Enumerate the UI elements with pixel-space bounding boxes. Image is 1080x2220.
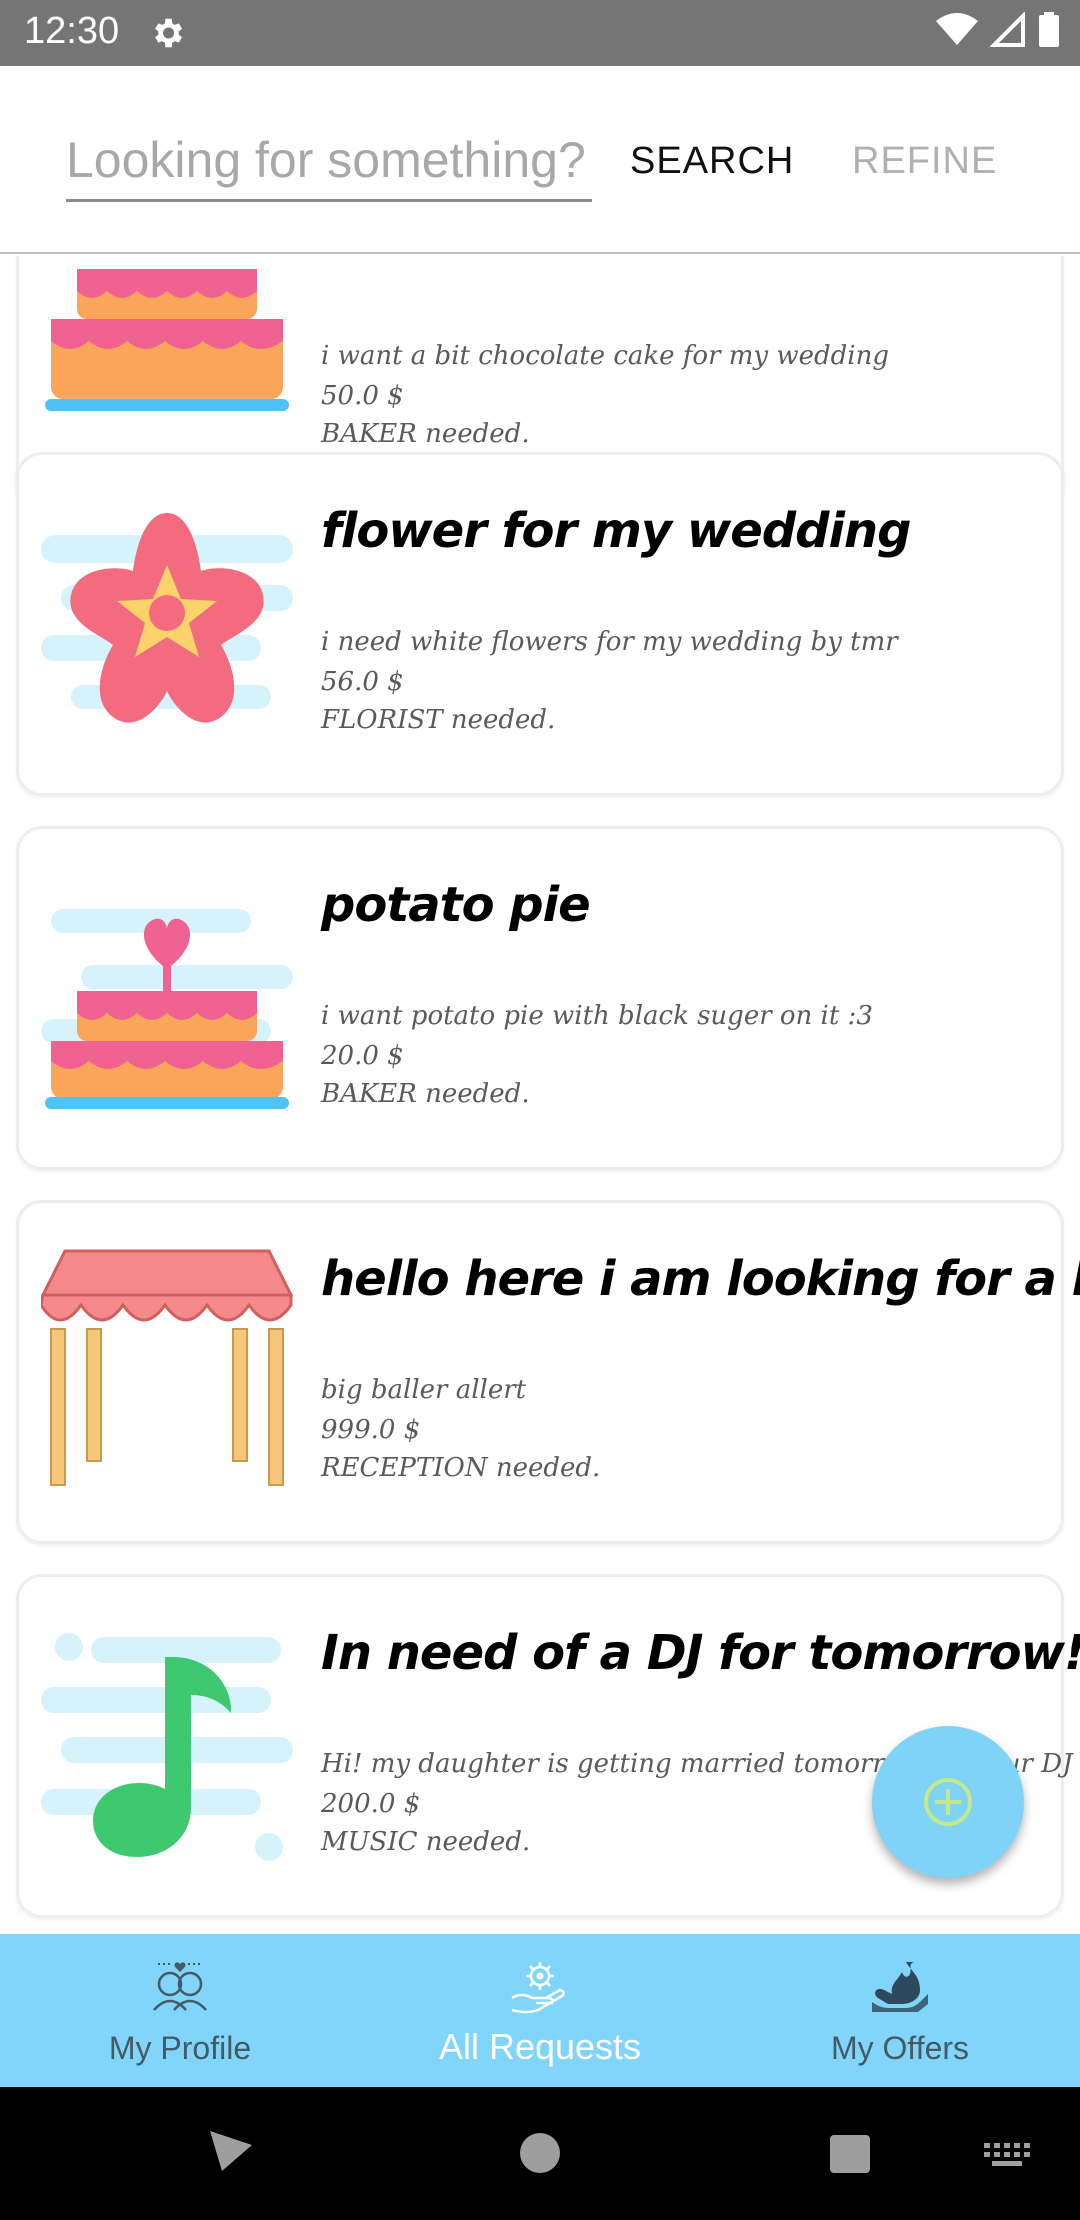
- request-title: hello here i am looking for a baller: [321, 1251, 1080, 1307]
- hand-gear-icon: [511, 1962, 565, 2014]
- battery-icon: [1039, 12, 1059, 47]
- nav-label: My Profile: [108, 2030, 252, 2066]
- recents-icon[interactable]: [828, 2133, 872, 2175]
- cell-signal-icon: [990, 12, 1025, 47]
- request-card[interactable]: potato pie i want potato pie with black …: [16, 826, 1064, 1170]
- status-bar: 12:30: [0, 0, 1080, 66]
- add-request-button[interactable]: [872, 1726, 1024, 1878]
- request-title: In need of a DJ for tomorrow!!!: [321, 1625, 1080, 1681]
- system-navigation-bar: [0, 2087, 1080, 2220]
- request-price: 200.0 $: [321, 1789, 421, 1819]
- couple-icon: [153, 1962, 207, 2011]
- back-icon[interactable]: [208, 2125, 254, 2175]
- settings-gear-icon: [155, 18, 183, 48]
- flower-icon: [41, 513, 293, 723]
- request-card[interactable]: flower for my wedding i need white flowe…: [16, 452, 1064, 796]
- nav-label: My Offers: [830, 2030, 970, 2066]
- hand-offer-icon: [872, 1962, 928, 2012]
- screen: { "status_bar": { "time": "12:30" }, "se…: [0, 0, 1080, 2220]
- refine-button[interactable]: REFINE: [852, 140, 1002, 200]
- search-header: SEARCH REFINE: [0, 66, 1080, 254]
- request-role: RECEPTION needed.: [321, 1453, 601, 1483]
- add-circle-icon: [924, 1778, 972, 1826]
- request-description: big baller allert: [321, 1375, 527, 1405]
- bottom-navigation: My Profile All Requests My Offers: [0, 1934, 1080, 2087]
- request-title: potato pie: [321, 877, 591, 933]
- keyboard-icon[interactable]: [984, 2143, 1030, 2169]
- request-price: 999.0 $: [321, 1415, 421, 1445]
- search-input[interactable]: [66, 126, 592, 202]
- nav-all-requests[interactable]: All Requests: [360, 1934, 720, 2087]
- search-button[interactable]: SEARCH: [630, 140, 793, 200]
- wifi-icon: [936, 13, 978, 45]
- nav-label: All Requests: [438, 2026, 642, 2067]
- request-title: flower for my wedding: [321, 503, 911, 559]
- nav-my-offers[interactable]: My Offers: [720, 1934, 1080, 2087]
- request-price: 56.0 $: [321, 667, 404, 697]
- music-note-icon: [41, 1633, 293, 1861]
- request-role: BAKER needed.: [321, 1079, 530, 1109]
- cake-icon: [41, 909, 293, 1109]
- status-time: 12:30: [24, 10, 120, 52]
- request-card[interactable]: hello here i am looking for a baller big…: [16, 1200, 1080, 1544]
- canopy-icon: [41, 1249, 293, 1486]
- request-description: i want potato pie with black suger on it…: [321, 1001, 873, 1031]
- request-role: MUSIC needed.: [321, 1827, 531, 1857]
- request-price: 20.0 $: [321, 1041, 404, 1071]
- status-icons: [936, 12, 1060, 48]
- home-icon[interactable]: [518, 2131, 562, 2175]
- request-description: i need white flowers for my wedding by t…: [321, 627, 898, 657]
- request-price: 50.0 $: [321, 381, 404, 411]
- request-description: i want a bit chocolate cake for my weddi…: [321, 341, 890, 371]
- nav-my-profile[interactable]: My Profile: [0, 1934, 360, 2087]
- cake-icon: [45, 269, 289, 411]
- request-role: BAKER needed.: [321, 419, 530, 449]
- request-role: FLORIST needed.: [321, 705, 556, 735]
- requests-list[interactable]: i want a bit chocolate cake for my weddi…: [0, 256, 1080, 1934]
